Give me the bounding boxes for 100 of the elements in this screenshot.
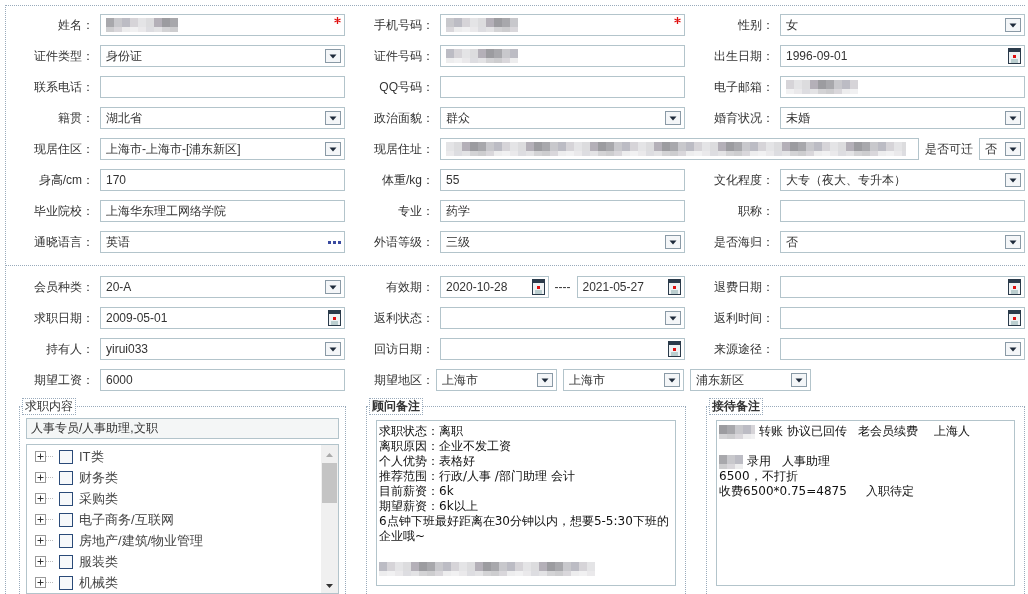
dropdown-field[interactable]: yirui033 <box>100 338 345 360</box>
note-line: 个人优势：表格好 <box>379 454 475 468</box>
field-label: 职称： <box>737 203 775 220</box>
field-label: 文化程度： <box>713 172 775 189</box>
dropdown-field[interactable]: 湖北省 <box>100 107 345 129</box>
text-field[interactable] <box>440 14 685 36</box>
date-field[interactable]: 2009-05-01 <box>100 307 345 329</box>
checkbox[interactable] <box>59 470 73 485</box>
field-label: 婚育状况： <box>713 110 775 127</box>
field-label: 现居住区： <box>33 141 95 158</box>
calendar-icon <box>328 310 341 326</box>
calendar-icon <box>1008 279 1021 295</box>
dropdown-field[interactable]: 浦东新区 <box>690 369 811 391</box>
tree-item-label[interactable]: 服装类 <box>79 551 118 572</box>
expand-icon[interactable] <box>35 577 53 588</box>
field-label: 手机号码： <box>373 17 435 34</box>
tree-item-label[interactable]: 房地产/建筑/物业管理 <box>79 530 204 551</box>
dropdown-field[interactable]: 20-A <box>100 276 345 298</box>
expand-icon[interactable] <box>35 514 53 525</box>
dropdown-field[interactable]: 否 <box>979 138 1025 160</box>
expand-icon[interactable] <box>35 451 53 462</box>
note-line: 目前薪资：6k <box>379 484 454 498</box>
field-label: 联系电话： <box>33 79 95 96</box>
calendar-icon <box>668 279 681 295</box>
text-field[interactable] <box>100 76 345 98</box>
note-line: 6点钟下班最好距离在30分钟以内，想要5-5:30下班的企业哦~ <box>379 514 669 543</box>
field-label: 来源途径： <box>713 341 775 358</box>
text-field[interactable] <box>100 14 345 36</box>
field-label: 毕业院校： <box>33 203 95 220</box>
date-field[interactable] <box>780 307 1025 329</box>
date-field[interactable]: 2020-10-28 <box>440 276 549 298</box>
panel-legend: 接待备注 <box>709 398 763 415</box>
expand-icon[interactable] <box>35 493 53 504</box>
text-field[interactable]: 6000 <box>100 369 345 391</box>
field-label: 政治面貌： <box>373 110 435 127</box>
checkbox[interactable] <box>59 533 73 548</box>
checkbox[interactable] <box>59 575 73 590</box>
text-field[interactable] <box>440 76 685 98</box>
expand-icon[interactable] <box>35 472 53 483</box>
checkbox[interactable] <box>59 512 73 527</box>
calendar-icon <box>531 279 545 295</box>
more-icon <box>328 240 341 244</box>
dropdown-field[interactable]: 身份证 <box>100 45 345 67</box>
panel-legend: 顾问备注 <box>369 398 423 415</box>
note-line: 推荐范围：行政/人事 /部门助理 会计 <box>379 469 575 483</box>
text-field[interactable]: 人事专员/人事助理,文职 <box>26 418 339 439</box>
field-label: 返利时间： <box>713 310 775 327</box>
dropdown-field[interactable]: 否 <box>780 231 1025 253</box>
field-label: 现居住址： <box>373 141 435 158</box>
expand-icon[interactable] <box>35 535 53 546</box>
field-label: 是否可迁 <box>925 141 973 158</box>
notes-field[interactable]: 求职状态：离职 离职原因：企业不发工资 个人优势：表格好 推荐范围：行政/人事 /部门助理 会计 目前薪资：6k 期望薪资：6k以上 6点钟下班最好距离在30分钟以内，想要5-5:30下班的企业哦~ <box>376 420 676 586</box>
field-label: 证件类型： <box>33 48 95 65</box>
tree-item-label[interactable]: 采购类 <box>79 488 118 509</box>
field-label: 证件号码： <box>373 48 435 65</box>
date-field[interactable] <box>440 338 685 360</box>
tree-item-label[interactable]: IT类 <box>79 446 104 467</box>
field-label: 籍贯： <box>57 110 95 127</box>
dropdown-field[interactable]: 上海市-上海市-[浦东新区] <box>100 138 345 160</box>
date-field[interactable] <box>780 276 1025 298</box>
picker-field[interactable]: 英语 <box>100 231 345 253</box>
tree-item-label[interactable]: 财务类 <box>79 467 118 488</box>
dropdown-field[interactable] <box>440 307 685 329</box>
checkbox[interactable] <box>59 491 73 506</box>
text-field[interactable]: 170 <box>100 169 345 191</box>
dropdown-field[interactable]: 上海市 <box>563 369 684 391</box>
date-field[interactable]: 2021-05-27 <box>576 276 685 298</box>
dropdown-field[interactable] <box>780 338 1025 360</box>
notes-field[interactable]: 转账 协议已回传 老会员续费 上海人 录用 人事助理 6500，不打折 收费6500*0.75=4875 入职待定 <box>716 420 1015 586</box>
text-field[interactable]: 药学 <box>440 200 685 222</box>
note-line: 收费6500*0.75=4875 入职待定 <box>719 484 914 498</box>
text-field[interactable] <box>440 138 919 160</box>
field-label: 持有人： <box>45 341 95 358</box>
note-line: 录用 人事助理 <box>747 454 831 468</box>
checkbox[interactable] <box>59 449 73 464</box>
tree-item-label[interactable]: 机械类 <box>79 572 118 593</box>
text-field[interactable] <box>780 200 1025 222</box>
checkbox[interactable] <box>59 554 73 569</box>
dropdown-field[interactable]: 未婚 <box>780 107 1025 129</box>
field-label: 通晓语言： <box>33 234 95 251</box>
dropdown-field[interactable]: 女 <box>780 14 1025 36</box>
field-label: 电子邮箱： <box>713 79 775 96</box>
dropdown-field[interactable]: 上海市 <box>436 369 557 391</box>
field-label: 有效期： <box>385 279 435 296</box>
field-label: 出生日期： <box>713 48 775 65</box>
text-field[interactable] <box>780 76 1025 98</box>
text-field[interactable]: 上海华东理工网络学院 <box>100 200 345 222</box>
expand-icon[interactable] <box>35 556 53 567</box>
dropdown-field[interactable]: 三级 <box>440 231 685 253</box>
tree-item-label[interactable]: 电子商务/互联网 <box>79 509 174 530</box>
text-field[interactable]: 55 <box>440 169 685 191</box>
note-line: 离职原因：企业不发工资 <box>379 439 511 453</box>
dropdown-field[interactable]: 群众 <box>440 107 685 129</box>
dropdown-field[interactable]: 大专（夜大、专升本） <box>780 169 1025 191</box>
panel-legend: 求职内容 <box>22 398 76 415</box>
note-line: 6500，不打折 <box>719 469 798 483</box>
text-field[interactable] <box>440 45 685 67</box>
date-field[interactable]: 1996-09-01 <box>780 45 1025 67</box>
field-label: 返利状态： <box>373 310 435 327</box>
field-label: 专业： <box>397 203 435 220</box>
